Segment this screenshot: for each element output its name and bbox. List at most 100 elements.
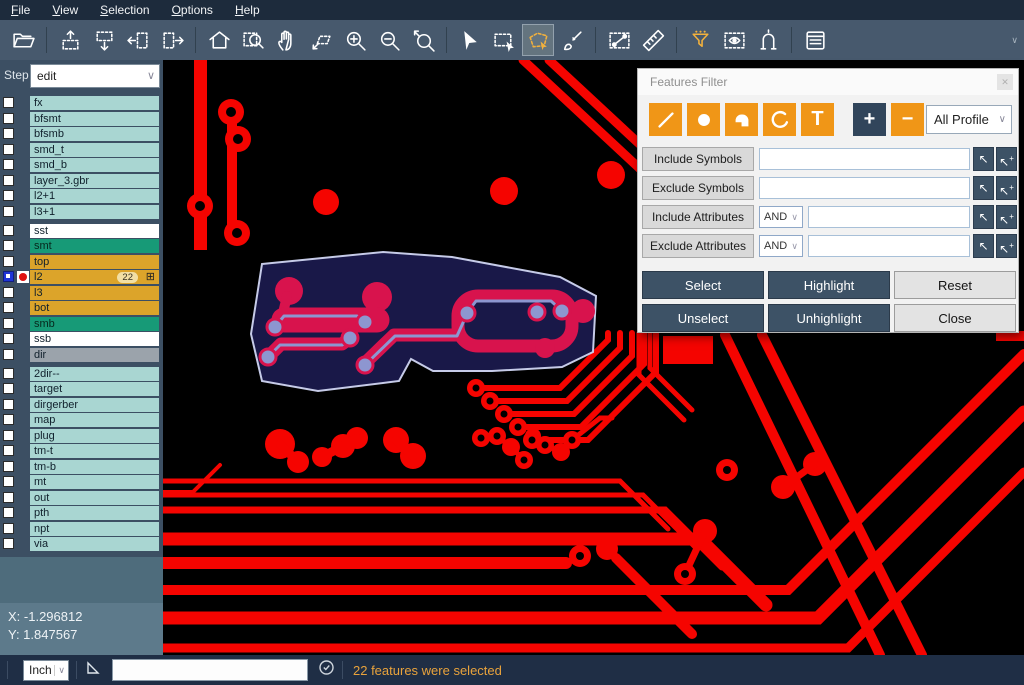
negative-polarity-toggle[interactable]: − — [891, 103, 924, 136]
layer-row-l3+1[interactable]: l3+1 — [0, 205, 163, 219]
layer-visibility-checkbox[interactable] — [3, 538, 14, 549]
layer-visibility-checkbox[interactable] — [3, 445, 14, 456]
layer-row-bot[interactable]: bot — [0, 301, 163, 315]
layer-name[interactable]: l3+1 — [30, 205, 159, 219]
layer-row-dirgerber[interactable]: dirgerber — [0, 398, 163, 412]
layer-name[interactable]: npt — [30, 522, 159, 536]
layer-visibility-checkbox[interactable] — [3, 175, 14, 186]
layer-name[interactable]: pth — [30, 506, 159, 520]
arc-feature-toggle[interactable] — [763, 103, 796, 136]
exclude-attributes-button[interactable]: Exclude Attributes — [642, 234, 754, 258]
angle-measure-icon[interactable] — [84, 658, 104, 683]
layer-name[interactable]: tm-t — [30, 444, 159, 458]
text-feature-toggle[interactable]: T — [801, 103, 834, 136]
menu-selection[interactable]: Selection — [89, 1, 160, 19]
layer-row-plug[interactable]: plug — [0, 429, 163, 443]
surface-feature-toggle[interactable] — [725, 103, 758, 136]
menu-file[interactable]: File — [0, 1, 41, 19]
layer-visibility-checkbox[interactable] — [3, 368, 14, 379]
layer-row-ssb[interactable]: ssb — [0, 332, 163, 346]
pick-add-from-canvas-button[interactable]: ↖+ — [996, 205, 1017, 229]
layer-name[interactable]: smt — [30, 239, 159, 253]
pan-up-button[interactable] — [54, 24, 86, 56]
pan-left-button[interactable] — [122, 24, 154, 56]
layer-visibility-checkbox[interactable] — [3, 144, 14, 155]
layer-visibility-checkbox[interactable] — [3, 492, 14, 503]
layer-row-map[interactable]: map — [0, 413, 163, 427]
measure-points-button[interactable] — [603, 24, 635, 56]
layer-name[interactable]: smd_b — [30, 158, 159, 172]
layer-visibility-checkbox[interactable] — [3, 225, 14, 236]
ruler-button[interactable] — [637, 24, 669, 56]
select-rectangle-button[interactable] — [488, 24, 520, 56]
pick-from-canvas-button[interactable]: ↖ — [973, 205, 994, 229]
close-icon[interactable]: ✕ — [997, 74, 1013, 90]
layer-name[interactable]: plug — [30, 429, 159, 443]
layer-name[interactable]: via — [30, 537, 159, 551]
exclude-symbols-input[interactable] — [759, 177, 970, 199]
features-filter-button[interactable] — [684, 24, 716, 56]
menu-view[interactable]: View — [41, 1, 89, 19]
home-view-button[interactable] — [203, 24, 235, 56]
layer-name[interactable]: bfsmt — [30, 112, 159, 126]
layer-name[interactable]: dir — [30, 348, 159, 362]
select-button[interactable]: Select — [642, 271, 764, 299]
command-input[interactable] — [112, 659, 308, 681]
pan-view-button[interactable] — [305, 24, 337, 56]
layer-row-smd_t[interactable]: smd_t — [0, 143, 163, 157]
layer-name[interactable]: smd_t — [30, 143, 159, 157]
layer-visibility-checkbox[interactable] — [3, 523, 14, 534]
layer-row-bfsmt[interactable]: bfsmt — [0, 112, 163, 126]
menu-help[interactable]: Help — [224, 1, 271, 19]
layer-row-2dir--[interactable]: 2dir-- — [0, 367, 163, 381]
layer-row-pth[interactable]: pth — [0, 506, 163, 520]
layer-row-bfsmb[interactable]: bfsmb — [0, 127, 163, 141]
layer-name[interactable]: bfsmb — [30, 127, 159, 141]
layer-visibility-checkbox[interactable] — [3, 190, 14, 201]
layer-name[interactable]: map — [30, 413, 159, 427]
layer-name[interactable]: fx — [30, 96, 159, 110]
layer-visibility-checkbox[interactable] — [3, 206, 14, 217]
layer-name[interactable]: 2dir-- — [30, 367, 159, 381]
pan-down-button[interactable] — [88, 24, 120, 56]
pick-add-from-canvas-button[interactable]: ↖+ — [996, 176, 1017, 200]
zoom-previous-button[interactable] — [407, 24, 439, 56]
layer-visibility-checkbox[interactable] — [3, 414, 14, 425]
zoom-window-button[interactable] — [237, 24, 269, 56]
layer-name[interactable]: bot — [30, 301, 159, 315]
layer-row-l2[interactable]: l222⊞ — [0, 270, 163, 284]
and-or-select[interactable]: AND∨ — [759, 235, 803, 257]
exclude-attributes-input[interactable] — [808, 235, 970, 257]
snap-button[interactable] — [752, 24, 784, 56]
layer-name[interactable]: l2+1 — [30, 189, 159, 203]
layer-row-top[interactable]: top — [0, 255, 163, 269]
layer-name[interactable]: out — [30, 491, 159, 505]
layer-name[interactable]: layer_3.gbr — [30, 174, 159, 188]
zoom-out-button[interactable] — [373, 24, 405, 56]
layer-row-smd_b[interactable]: smd_b — [0, 158, 163, 172]
menu-options[interactable]: Options — [161, 1, 224, 19]
include-attributes-button[interactable]: Include Attributes — [642, 205, 754, 229]
clean-brush-button[interactable] — [556, 24, 588, 56]
pick-from-canvas-button[interactable]: ↖ — [973, 176, 994, 200]
layer-visibility-checkbox[interactable] — [3, 476, 14, 487]
layer-visibility-checkbox[interactable] — [3, 113, 14, 124]
layer-row-l2+1[interactable]: l2+1 — [0, 189, 163, 203]
unselect-button[interactable]: Unselect — [642, 304, 764, 332]
pick-from-canvas-button[interactable]: ↖ — [973, 234, 994, 258]
layer-visibility-checkbox[interactable] — [3, 349, 14, 360]
reset-button[interactable]: Reset — [894, 271, 1016, 299]
positive-polarity-toggle[interactable]: + — [853, 103, 886, 136]
layer-name[interactable]: target — [30, 382, 159, 396]
include-attributes-input[interactable] — [808, 206, 970, 228]
open-file-button[interactable] — [7, 24, 39, 56]
layer-row-dir[interactable]: dir — [0, 348, 163, 362]
layer-visibility-checkbox[interactable] — [3, 97, 14, 108]
profile-select[interactable]: All Profile ∨ — [926, 105, 1012, 134]
layer-row-npt[interactable]: npt — [0, 522, 163, 536]
toolbar-overflow-chevron[interactable]: ∨ — [1011, 35, 1018, 46]
layer-visibility-checkbox[interactable] — [3, 240, 14, 251]
pick-add-from-canvas-button[interactable]: ↖+ — [996, 234, 1017, 258]
view-options-button[interactable] — [718, 24, 750, 56]
layer-visibility-checkbox[interactable] — [3, 507, 14, 518]
